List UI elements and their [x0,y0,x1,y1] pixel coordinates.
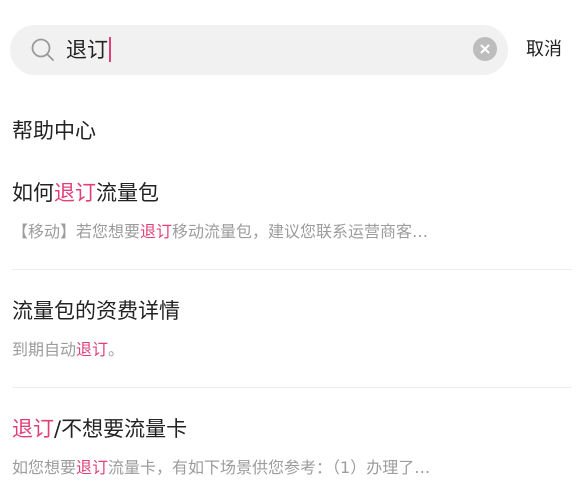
search-input[interactable]: 退订 [66,25,111,75]
search-icon [30,37,56,63]
result-snippet-text: 流量卡，有如下场景供您参考：（1）办理了… [108,458,431,477]
result-snippet-text: 到期自动 [12,340,77,359]
text-caret [109,36,111,62]
result-snippet-text: 【移动】若您想要 [12,222,141,241]
result-title: 退订/不想要流量卡 [12,412,187,446]
result-snippet: 到期自动退订。 [12,337,572,363]
search-bar[interactable]: 退订 [10,25,508,75]
result-title: 流量包的资费详情 [12,294,180,328]
section-title: 帮助中心 [12,119,96,143]
result-title-text: 如何 [12,181,54,205]
divider [12,269,572,270]
result-snippet: 如您想要退订流量卡，有如下场景供您参考：（1）办理了… [12,455,572,481]
result-snippet-highlight: 退订 [76,458,109,477]
result-snippet-text: 。 [108,340,125,359]
clear-search-button[interactable] [473,37,497,61]
divider [12,387,572,388]
result-snippet-highlight: 退订 [140,222,173,241]
search-input-value: 退订 [66,38,108,62]
result-title-text: 流量包 [96,181,159,205]
close-icon [480,44,490,54]
result-snippet-text: 如您想要 [12,458,77,477]
result-title-text: 流量包的资费详情 [12,299,180,323]
result-title: 如何退订流量包 [12,176,159,210]
result-snippet-highlight: 退订 [76,340,109,359]
result-title-text: /不想要流量卡 [54,417,188,441]
result-snippet-text: 移动流量包，建议您联系运营商客… [172,222,429,241]
result-title-highlight: 退订 [54,181,96,205]
result-snippet: 【移动】若您想要退订移动流量包，建议您联系运营商客… [12,219,572,245]
cancel-button[interactable]: 取消 [526,33,562,67]
result-title-highlight: 退订 [12,417,54,441]
